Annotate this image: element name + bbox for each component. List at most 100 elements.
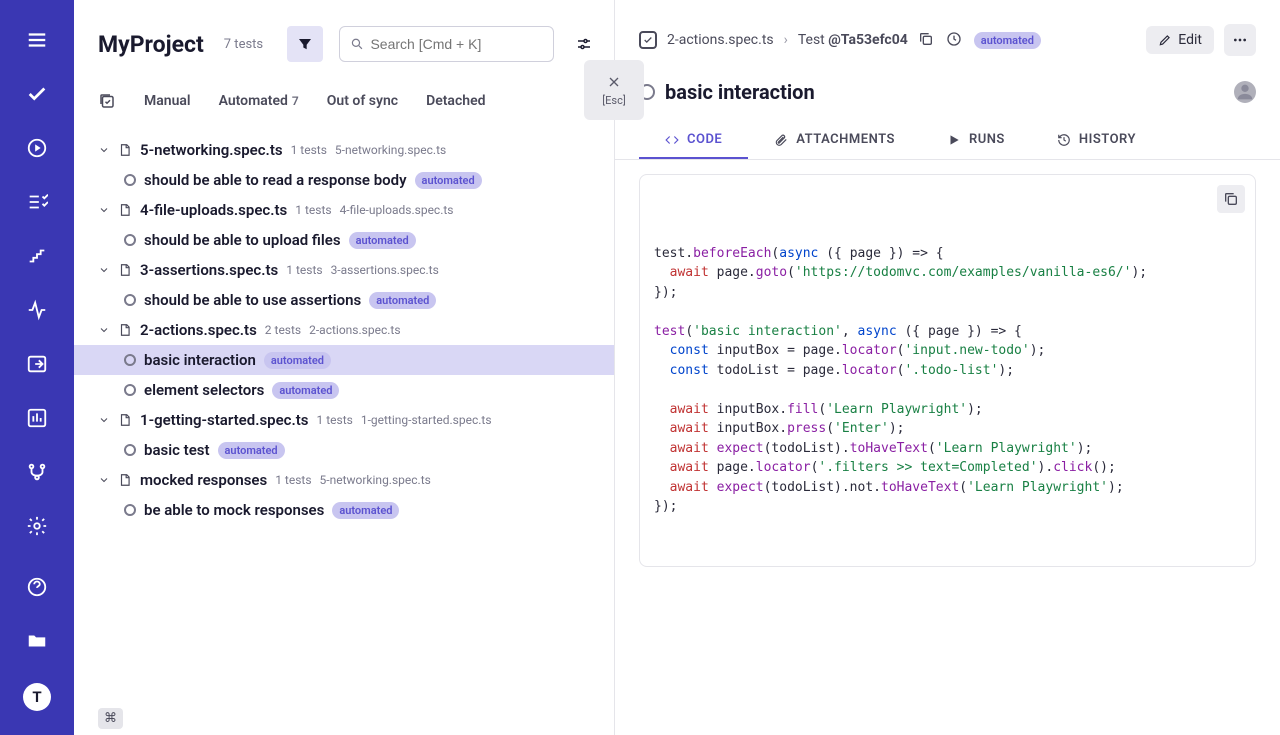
spec-name: 1-getting-started.spec.ts [140,411,309,429]
spec-row[interactable]: 4-file-uploads.spec.ts 1 tests 4-file-uplo… [74,195,614,225]
spec-path: 4-file-uploads.spec.ts [340,203,454,217]
test-row[interactable]: should be able to upload filesautomated [74,225,614,255]
automation-badge: automated [349,232,416,249]
test-row[interactable]: basic testautomated [74,435,614,465]
close-panel-button[interactable]: [Esc] [584,60,644,120]
checklist-icon[interactable] [25,190,49,214]
tab-automated[interactable]: Automated 7 [219,93,299,109]
project-title: MyProject [98,31,204,58]
detail-badge: automated [974,32,1041,49]
spec-row[interactable]: 5-networking.spec.ts1 tests5-networking.… [74,135,614,165]
nav-rail: T [0,0,74,735]
tab-code[interactable]: CODE [639,122,748,159]
spec-row[interactable]: 1-getting-started.spec.ts 1 tests 1-gettin… [74,405,614,435]
chart-icon[interactable] [25,406,49,430]
detail-tabs: CODE ATTACHMENTS RUNS HISTORY [615,122,1280,160]
app-logo-icon[interactable]: T [23,683,51,711]
test-row[interactable]: should be able to read a response body au… [74,165,614,195]
status-icon [124,234,136,246]
branch-icon[interactable] [25,460,49,484]
chevron-down-icon [98,324,110,336]
settings-icon[interactable] [25,514,49,538]
assignee-avatar[interactable] [1234,81,1256,103]
test-row[interactable]: should be able to use assertions automate… [74,285,614,315]
test-name: basic test [144,441,210,459]
check-icon[interactable] [25,82,49,106]
spec-path: 1-getting-started.spec.ts [361,413,492,427]
play-icon [947,133,961,147]
search-input[interactable] [339,26,554,62]
search-icon [350,36,364,52]
spec-name: 3-assertions.spec.ts [140,261,278,279]
file-icon [118,473,132,487]
test-row[interactable]: basic interactionautomated [74,345,614,375]
pencil-icon [1158,33,1172,47]
spec-row[interactable]: 2-actions.spec.ts2 tests2-actions.spec.t… [74,315,614,345]
chevron-down-icon [98,414,110,426]
spec-name: 4-file-uploads.spec.ts [140,201,287,219]
tab-runs-label: RUNS [969,132,1005,147]
edit-button[interactable]: Edit [1146,26,1214,54]
history-icon [1057,133,1071,147]
breadcrumb-test-id: @Ta53efc04 [828,32,908,48]
test-name: basic interaction [144,351,256,369]
tab-attachments[interactable]: ATTACHMENTS [748,122,921,159]
breadcrumb-separator: › [784,32,788,48]
automation-badge: automated [272,382,339,399]
menu-icon[interactable] [25,28,49,52]
keyboard-shortcuts-button[interactable]: ⌘ [98,708,123,729]
spec-count: 2 tests [265,323,301,337]
automation-badge: automated [369,292,436,309]
sliders-icon[interactable] [570,26,598,62]
spec-count: 1 tests [295,203,331,217]
tab-detached[interactable]: Detached [426,93,485,109]
test-title: basic interaction [665,80,815,104]
status-icon [124,444,136,456]
help-icon[interactable] [25,575,49,599]
test-row[interactable]: element selectors automated [74,375,614,405]
play-circle-icon[interactable] [25,136,49,160]
spec-count: 1 tests [275,473,311,487]
copy-id-icon[interactable] [918,31,936,49]
test-name: element selectors [144,381,264,399]
copy-code-button[interactable] [1217,185,1245,213]
breadcrumb-test-prefix: Test [798,32,828,48]
test-name: should be able to read a response body [144,171,407,189]
project-test-count: 7 tests [224,37,263,52]
close-panel-label: [Esc] [602,94,626,107]
tab-manual[interactable]: Manual [144,93,191,109]
spec-row[interactable]: 3-assertions.spec.ts1 tests3-assertions.… [74,255,614,285]
test-name: should be able to use assertions [144,291,361,309]
tab-code-label: CODE [687,132,722,147]
close-icon [606,74,622,90]
spec-name: mocked responses [140,471,267,489]
spec-count: 1 tests [317,413,353,427]
steps-icon[interactable] [25,244,49,268]
chevron-down-icon [98,264,110,276]
clock-icon[interactable] [946,31,964,49]
tab-history[interactable]: HISTORY [1031,122,1162,159]
filter-button[interactable] [287,26,323,62]
automation-badge: automated [332,502,399,519]
tab-history-label: HISTORY [1079,132,1136,147]
search-field[interactable] [370,36,543,52]
test-row[interactable]: be able to mock responsesautomated [74,495,614,525]
more-button[interactable] [1224,24,1256,56]
tab-runs[interactable]: RUNS [921,122,1031,159]
tab-out-of-sync[interactable]: Out of sync [327,93,398,109]
status-icon [124,174,136,186]
chevron-down-icon [98,144,110,156]
status-icon [124,384,136,396]
left-pane: MyProject 7 tests [Esc] Manual Automa [74,0,615,735]
test-tree: 5-networking.spec.ts1 tests5-networking.… [74,125,614,735]
status-icon [124,504,136,516]
activity-icon[interactable] [25,298,49,322]
import-icon[interactable] [25,352,49,376]
automation-badge: automated [415,172,482,189]
spec-row[interactable]: mocked responses1 tests5-networking.spec… [74,465,614,495]
attachment-icon [774,133,788,147]
folder-icon[interactable] [25,629,49,653]
status-icon [124,354,136,366]
breadcrumb-file[interactable]: 2-actions.spec.ts [667,32,774,48]
select-all-icon[interactable] [98,92,116,110]
